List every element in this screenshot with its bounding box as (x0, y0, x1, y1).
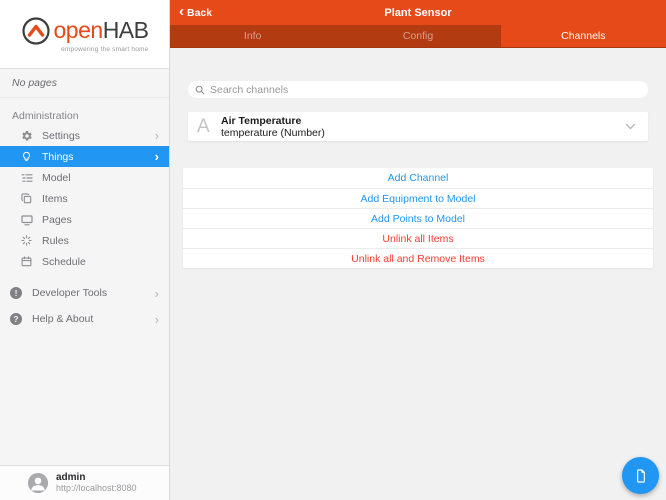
server-url: http://localhost:8080 (56, 483, 137, 493)
channel-title: Air Temperature (221, 114, 302, 127)
channel-subtitle: temperature (Number) (221, 126, 325, 139)
sidebar-item-model[interactable]: Model (0, 167, 169, 188)
search-icon (195, 85, 205, 94)
question-circle-icon: ? (10, 313, 22, 325)
sidebar-item-settings[interactable]: Settings › (0, 125, 169, 146)
chevron-down-icon[interactable] (625, 123, 636, 130)
sidebar-item-help-about[interactable]: ? Help & About › (0, 306, 169, 332)
logo-tagline: empowering the smart home (61, 45, 149, 53)
chevron-right-icon: › (154, 311, 159, 327)
monitor-icon (20, 213, 33, 226)
search-bar (188, 81, 648, 98)
sidebar-item-pages[interactable]: Pages (0, 209, 169, 230)
file-fab-button[interactable] (622, 457, 659, 494)
page-title: Plant Sensor (384, 6, 452, 19)
calendar-icon (20, 255, 33, 268)
search-input[interactable] (210, 83, 641, 96)
channel-item-air-temperature[interactable]: A Air Temperature temperature (Number) (188, 112, 648, 141)
tabbar: Info Config Channels (170, 25, 666, 48)
user-footer[interactable]: admin http://localhost:8080 (0, 465, 169, 500)
add-channel-button[interactable]: Add Channel (183, 168, 653, 188)
tab-channels[interactable]: Channels (500, 25, 666, 47)
openhab-admin-app: openHAB empowering the smart home No pag… (0, 0, 666, 500)
tab-config[interactable]: Config (335, 25, 500, 47)
sidebar-secondary: ! Developer Tools › ? Help & About › (0, 280, 169, 332)
section-label-administration: Administration (12, 110, 79, 122)
add-points-to-model-button[interactable]: Add Points to Model (183, 208, 653, 228)
navbar: ‹ Back Plant Sensor (170, 0, 666, 25)
user-name: admin (56, 472, 86, 483)
back-button[interactable]: ‹ Back (170, 0, 212, 25)
sidebar-item-rules[interactable]: Rules (0, 230, 169, 251)
no-pages-label: No pages (0, 69, 169, 98)
main-panel: ‹ Back Plant Sensor Info Config Channels… (170, 0, 666, 500)
sidebar-item-schedule[interactable]: Schedule (0, 251, 169, 272)
logo-area: openHAB empowering the smart home (0, 0, 169, 69)
logo-wordmark: openHAB (53, 17, 149, 43)
sidebar-item-developer-tools[interactable]: ! Developer Tools › (0, 280, 169, 306)
add-equipment-to-model-button[interactable]: Add Equipment to Model (183, 188, 653, 208)
sidebar-item-things[interactable]: Things › (0, 146, 169, 167)
sidebar-nav: Settings › Things › Model Items Pages Ru… (0, 125, 169, 272)
unlink-all-and-remove-items-button[interactable]: Unlink all and Remove Items (183, 248, 653, 268)
chevron-right-icon: › (154, 128, 159, 143)
openhab-logo: openHAB empowering the smart home (21, 16, 149, 53)
sidebar-item-items[interactable]: Items (0, 188, 169, 209)
exclamation-circle-icon: ! (10, 287, 22, 299)
unlink-all-items-button[interactable]: Unlink all Items (183, 228, 653, 248)
channels-content: A Air Temperature temperature (Number) A… (170, 48, 666, 500)
avatar (28, 473, 48, 493)
channel-type-badge: A (197, 115, 210, 137)
document-icon (636, 468, 645, 483)
chevron-left-icon: ‹ (179, 2, 184, 20)
action-list: Add Channel Add Equipment to Model Add P… (183, 168, 653, 268)
lightbulb-icon (20, 150, 33, 163)
sidebar: openHAB empowering the smart home No pag… (0, 0, 170, 500)
gear-icon (20, 129, 33, 142)
chevron-right-icon: › (154, 149, 159, 164)
chevron-right-icon: › (154, 285, 159, 301)
sparkle-icon (20, 234, 33, 247)
openhab-logo-icon (21, 16, 50, 45)
model-tree-icon (20, 171, 33, 184)
overlapping-squares-icon (20, 192, 33, 205)
tab-info[interactable]: Info (170, 25, 335, 47)
